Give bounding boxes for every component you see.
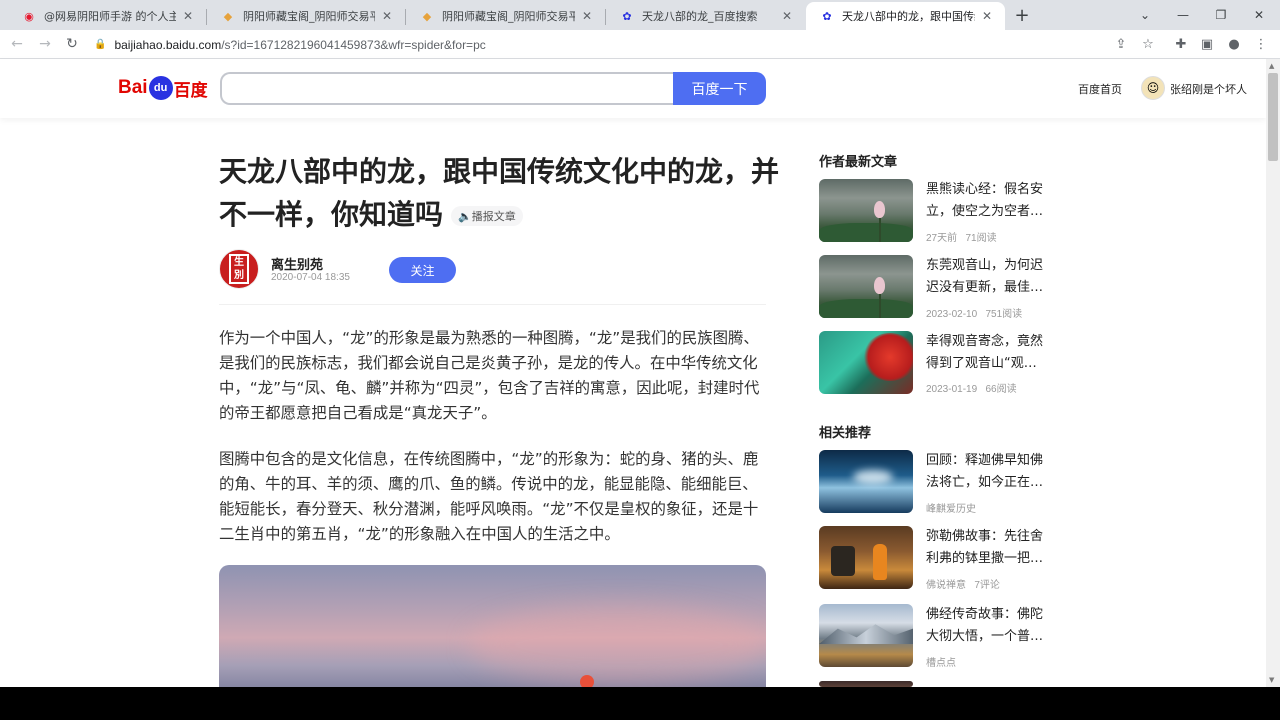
tab-label: 天龙八部的龙_百度搜索	[642, 10, 758, 23]
scrollbar-thumb[interactable]	[1268, 73, 1278, 161]
scroll-up-icon[interactable]: ▲	[1269, 62, 1274, 70]
forward-icon[interactable]: →	[34, 33, 56, 55]
related-heading: 相关推荐	[819, 426, 872, 441]
tab-label: 阴阳师藏宝阁_阴阳师交易平台官	[442, 10, 575, 23]
article-meta: 槽点点	[926, 658, 956, 669]
close-icon[interactable]: ✕	[180, 8, 196, 24]
side-panel-icon[interactable]: ▣	[1196, 33, 1218, 55]
article-meta: 2023-02-10 751阅读	[926, 309, 1023, 320]
article-meta: 27天前 71阅读	[926, 233, 997, 244]
related-article-title[interactable]: 佛经传奇故事：佛陀大彻大悟，一个普…	[926, 604, 1050, 648]
url-text: baijiahao.baidu.com/s?id=167128219604145…	[114, 37, 486, 52]
tab-baidu-search[interactable]: ✿ 天龙八部的龙_百度搜索 ✕	[606, 2, 805, 30]
article-meta: 佛说禅意 7评论	[926, 580, 1000, 591]
article-thumbnail[interactable]	[819, 526, 913, 589]
tab-search-icon[interactable]: ⌄	[1126, 0, 1164, 30]
minimize-icon[interactable]: —	[1164, 0, 1202, 30]
latest-articles-heading: 作者最新文章	[819, 155, 898, 170]
close-icon[interactable]: ✕	[979, 8, 995, 24]
tab-weibo[interactable]: ◉ @网易阴阳师手游 的个人主页 - ✕	[8, 2, 206, 30]
article-paragraph: 图腾中包含的是文化信息，在传统图腾中，“龙”的形象为：蛇的身、猪的头、鹿的角、牛…	[219, 450, 759, 543]
baidu-home-link[interactable]: 百度首页	[1078, 81, 1122, 97]
bookmark-star-icon[interactable]: ☆	[1137, 33, 1159, 55]
related-article-title[interactable]: 回顾：释迦佛早知佛法将亡，如今正在…	[926, 450, 1050, 494]
article-paragraph: 作为一个中国人，“龙”的形象是最为熟悉的一种图腾，“龙”是我们的民族图腾、是我们…	[219, 329, 760, 422]
author-avatar[interactable]: 生別	[219, 249, 259, 289]
new-tab-button[interactable]: +	[1011, 4, 1033, 26]
article-thumbnail[interactable]	[819, 179, 913, 242]
publish-time: 2020-07-04 18:35	[271, 272, 350, 283]
speaker-icon: 🔈	[458, 209, 472, 223]
address-bar[interactable]: 🔒 baijiahao.baidu.com/s?id=1671282196041…	[88, 33, 1168, 56]
author-name[interactable]: 离生别苑	[271, 254, 323, 273]
close-icon[interactable]: ✕	[579, 8, 595, 24]
extensions-icon[interactable]: ✚	[1170, 33, 1192, 55]
article-image-sunset	[219, 565, 766, 687]
baidu-logo[interactable]: Bai du 百度	[118, 73, 208, 103]
search-input[interactable]	[220, 72, 674, 105]
browser-window: ◉ @网易阴阳师手游 的个人主页 - ✕ ◆ 阴阳师藏宝阁_阴阳师交易平台官 ✕…	[0, 0, 1280, 687]
latest-article-title[interactable]: 东莞观音山，为何迟迟没有更新，最佳…	[926, 255, 1050, 299]
article-thumbnail[interactable]	[819, 450, 913, 513]
tab-label: 天龙八部中的龙，跟中国传统文化	[842, 10, 975, 23]
divider	[219, 304, 766, 305]
article-thumbnail[interactable]	[819, 255, 913, 318]
weibo-icon: ◉	[24, 9, 34, 23]
site-header: Bai du 百度 百度一下 百度首页 ☺ 张绍刚是个坏人	[0, 59, 1266, 118]
screen-border	[0, 687, 1280, 720]
window-close-icon[interactable]: ✕	[1240, 0, 1278, 30]
baidu-paw-icon: ✿	[622, 9, 632, 23]
article-meta: 2023-01-19 66阅读	[926, 384, 1017, 395]
close-icon[interactable]: ✕	[379, 8, 395, 24]
article-meta: 峰麒爱历史	[926, 504, 976, 515]
treasure-icon: ◆	[422, 9, 432, 23]
latest-article-title[interactable]: 幸得观音寄念，竟然得到了观音山“观…	[926, 331, 1050, 375]
share-icon[interactable]: ⇪	[1110, 33, 1132, 55]
listen-button[interactable]: 🔈 播报文章	[451, 206, 523, 226]
user-avatar[interactable]: ☺	[1141, 76, 1165, 100]
tab-treasure-2[interactable]: ◆ 阴阳师藏宝阁_阴阳师交易平台官 ✕	[406, 2, 605, 30]
reload-icon[interactable]: ↻	[61, 33, 83, 55]
baidu-paw-icon: ✿	[822, 9, 832, 23]
tab-treasure-1[interactable]: ◆ 阴阳师藏宝阁_阴阳师交易平台官 ✕	[207, 2, 405, 30]
browser-toolbar: ← → ↻ 🔒 baijiahao.baidu.com/s?id=1671282…	[0, 30, 1280, 59]
vertical-scrollbar[interactable]: ▲ ▼	[1266, 59, 1280, 687]
close-icon[interactable]: ✕	[779, 8, 795, 24]
tab-label: @网易阴阳师手游 的个人主页 -	[44, 10, 176, 23]
article-title: 天龙八部中的龙，跟中国传统文化中的龙，并不一样，你知道吗 🔈 播报文章	[219, 150, 779, 236]
profile-icon[interactable]: ●	[1223, 33, 1245, 55]
related-article-title[interactable]: 弥勒佛故事：先往舍利弗的钵里撒一把…	[926, 526, 1050, 570]
author-seal-logo: 生別	[229, 254, 249, 284]
tab-strip: ◉ @网易阴阳师手游 的个人主页 - ✕ ◆ 阴阳师藏宝阁_阴阳师交易平台官 ✕…	[0, 0, 1280, 30]
follow-button[interactable]: 关注	[389, 257, 456, 283]
search-button[interactable]: 百度一下	[673, 72, 766, 105]
menu-icon[interactable]: ⋮	[1250, 33, 1272, 55]
restore-icon[interactable]: ❐	[1202, 0, 1240, 30]
back-icon[interactable]: ←	[6, 33, 28, 55]
article-thumbnail[interactable]	[819, 604, 913, 667]
latest-article-title[interactable]: 黑熊读心经：假名安立，使空之为空者…	[926, 179, 1050, 223]
article-thumbnail[interactable]	[819, 331, 913, 394]
tab-article[interactable]: ✿ 天龙八部中的龙，跟中国传统文化 ✕	[806, 2, 1005, 30]
username-link[interactable]: 张绍刚是个坏人	[1170, 81, 1247, 97]
tab-label: 阴阳师藏宝阁_阴阳师交易平台官	[243, 10, 375, 23]
lock-icon: 🔒	[94, 39, 107, 50]
treasure-icon: ◆	[223, 9, 233, 23]
scroll-down-icon[interactable]: ▼	[1269, 676, 1274, 684]
baidu-paw-icon: du	[148, 76, 173, 100]
